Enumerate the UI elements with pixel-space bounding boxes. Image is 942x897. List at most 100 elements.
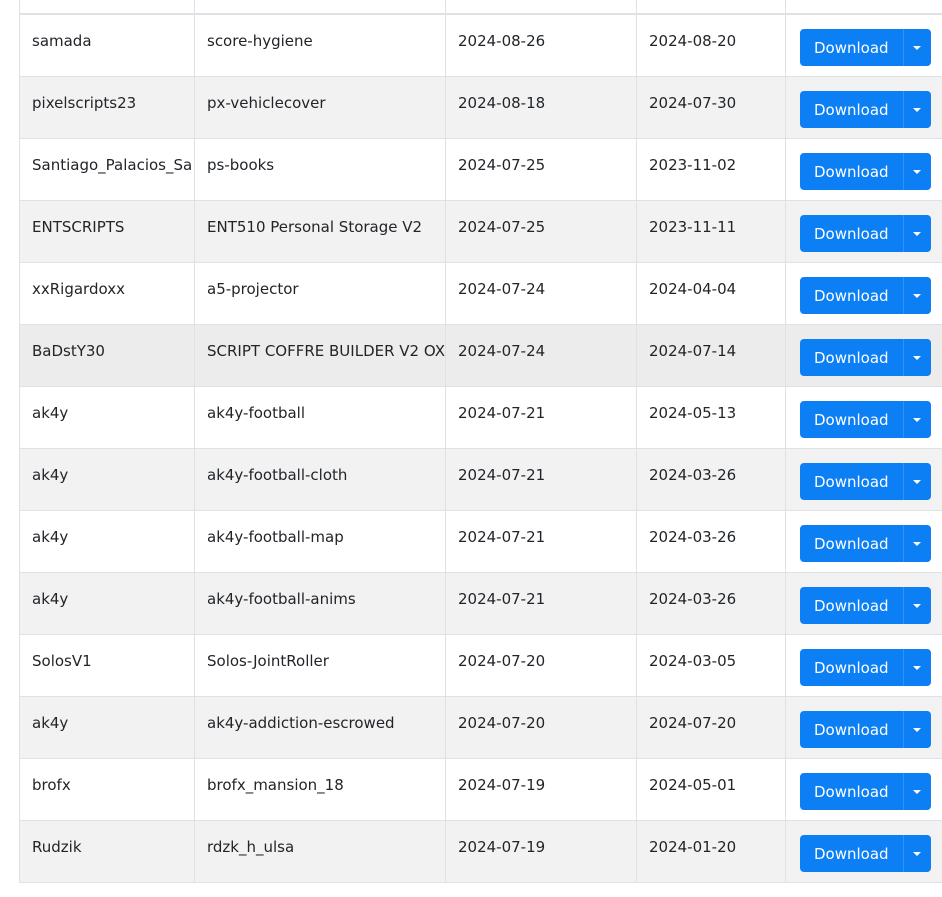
download-options-toggle[interactable] [902,91,931,128]
script-name-cell: ak4y-football [194,386,446,449]
script-name-cell: a5-projector [194,262,446,325]
author-cell: Santiago_Palacios_Sa [19,138,195,201]
created-date-cell: 2024-03-05 [636,634,786,697]
created-date-cell: 2024-04-04 [636,262,786,325]
caret-down-icon [913,355,922,360]
download-options-toggle[interactable] [902,339,931,376]
download-options-toggle[interactable] [902,649,931,686]
download-button-group: Download [800,649,931,686]
updated-date-cell: 2024-07-21 [445,510,637,573]
download-button-group: Download [800,835,931,872]
created-date-cell: 2024-01-20 [636,820,786,883]
updated-date-cell: 2024-07-20 [445,696,637,759]
download-options-toggle[interactable] [902,215,931,252]
actions-cell: Download [785,634,942,697]
script-name-cell: px-vehiclecover [194,76,446,139]
download-button[interactable]: Download [800,649,903,686]
caret-down-icon [913,107,922,112]
table-row: brofx brofx_mansion_18 2024-07-19 2024-0… [19,758,942,821]
updated-date-cell: 2024-07-25 [445,138,637,201]
caret-down-icon [913,727,922,732]
download-button-group: Download [800,277,931,314]
table-row: ak4y ak4y-football 2024-07-21 2024-05-13… [19,386,942,449]
actions-cell: Download [785,386,942,449]
scripts-table: samada score-hygiene 2024-08-26 2024-08-… [19,14,942,883]
download-button[interactable]: Download [800,339,903,376]
download-options-toggle[interactable] [902,277,931,314]
download-options-toggle[interactable] [902,153,931,190]
download-button-group: Download [800,91,931,128]
table-row: ak4y ak4y-football-map 2024-07-21 2024-0… [19,510,942,573]
created-date-cell: 2024-08-20 [636,14,786,77]
author-cell: BaDstY30 [19,324,195,387]
actions-cell: Download [785,448,942,511]
actions-cell: Download [785,76,942,139]
download-button[interactable]: Download [800,773,903,810]
actions-cell: Download [785,262,942,325]
caret-down-icon [913,851,922,856]
created-date-cell: 2024-05-01 [636,758,786,821]
actions-cell: Download [785,324,942,387]
script-name-cell: SCRIPT COFFRE BUILDER V2 OX [194,324,446,387]
download-options-toggle[interactable] [902,773,931,810]
caret-down-icon [913,479,922,484]
table-row: ak4y ak4y-football-cloth 2024-07-21 2024… [19,448,942,511]
updated-date-cell: 2024-08-26 [445,14,637,77]
download-button[interactable]: Download [800,835,903,872]
download-button-group: Download [800,153,931,190]
download-button[interactable]: Download [800,401,903,438]
script-name-cell: rdzk_h_ulsa [194,820,446,883]
actions-cell: Download [785,696,942,759]
updated-date-cell: 2024-07-24 [445,324,637,387]
updated-date-cell: 2024-07-20 [445,634,637,697]
caret-down-icon [913,665,922,670]
table-row: Rudzik rdzk_h_ulsa 2024-07-19 2024-01-20… [19,820,942,883]
download-button-group: Download [800,339,931,376]
created-date-cell: 2024-07-20 [636,696,786,759]
download-button[interactable]: Download [800,711,903,748]
download-options-toggle[interactable] [902,587,931,624]
actions-cell: Download [785,758,942,821]
download-options-toggle[interactable] [902,401,931,438]
table-row: pixelscripts23 px-vehiclecover 2024-08-1… [19,76,942,139]
download-button-group: Download [800,587,931,624]
download-options-toggle[interactable] [902,835,931,872]
download-options-toggle[interactable] [902,463,931,500]
download-options-toggle[interactable] [902,711,931,748]
download-button[interactable]: Download [800,277,903,314]
author-cell: ak4y [19,510,195,573]
download-button[interactable]: Download [800,463,903,500]
caret-down-icon [913,293,922,298]
download-button[interactable]: Download [800,587,903,624]
download-button[interactable]: Download [800,153,903,190]
scripts-table-body: samada score-hygiene 2024-08-26 2024-08-… [19,14,942,883]
updated-date-cell: 2024-07-21 [445,386,637,449]
updated-date-cell: 2024-07-25 [445,200,637,263]
download-button[interactable]: Download [800,29,903,66]
author-cell: pixelscripts23 [19,76,195,139]
download-options-toggle[interactable] [902,525,931,562]
actions-cell: Download [785,572,942,635]
download-button[interactable]: Download [800,525,903,562]
actions-cell: Download [785,200,942,263]
script-name-cell: score-hygiene [194,14,446,77]
updated-date-cell: 2024-07-21 [445,572,637,635]
caret-down-icon [913,45,922,50]
table-row: Santiago_Palacios_Sa ps-books 2024-07-25… [19,138,942,201]
updated-date-cell: 2024-07-19 [445,820,637,883]
table-row: ENTSCRIPTS ENT510 Personal Storage V2 20… [19,200,942,263]
table-row: ak4y ak4y-addiction-escrowed 2024-07-20 … [19,696,942,759]
created-date-cell: 2024-05-13 [636,386,786,449]
script-name-cell: ps-books [194,138,446,201]
download-button[interactable]: Download [800,215,903,252]
updated-date-cell: 2024-08-18 [445,76,637,139]
download-button-group: Download [800,525,931,562]
script-name-cell: Solos-JointRoller [194,634,446,697]
script-name-cell: ak4y-football-map [194,510,446,573]
created-date-cell: 2024-03-26 [636,448,786,511]
download-button[interactable]: Download [800,91,903,128]
created-date-cell: 2024-07-30 [636,76,786,139]
download-button-group: Download [800,463,931,500]
download-options-toggle[interactable] [902,29,931,66]
script-name-cell: ENT510 Personal Storage V2 [194,200,446,263]
